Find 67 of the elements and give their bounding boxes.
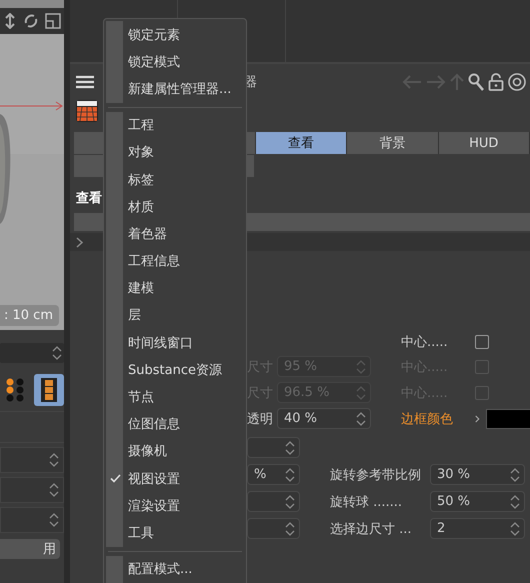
chevron-icon[interactable] [475,414,480,424]
apply-button[interactable]: 用 [0,539,60,559]
menu-item[interactable]: 锁定元素 [104,21,246,48]
menu-item[interactable]: 着色器 [104,220,246,248]
color-swatch[interactable] [486,408,530,428]
menu-item[interactable]: 视图设置 [104,465,246,492]
spinner-icon[interactable] [49,453,59,467]
target-icon[interactable] [508,73,526,91]
spinner-icon[interactable] [49,513,59,527]
spinner-icon[interactable] [285,440,295,454]
number-field[interactable]: 50 % [430,491,525,512]
chevron-icon[interactable] [76,236,83,248]
menu-item[interactable]: 新建属性管理器... [104,75,246,103]
field-label: 旋转球 ....... [330,494,404,510]
menu-item[interactable]: 标签 [104,166,246,194]
film-icon[interactable] [34,374,64,406]
tab[interactable]: 背景 [347,132,439,154]
number-field[interactable]: % [247,464,300,485]
number-field[interactable] [247,437,300,458]
menu-icon[interactable] [76,75,94,89]
spinner-icon[interactable] [510,494,520,508]
menu-item[interactable]: 渲染设置 [104,492,246,520]
menu-item[interactable]: 工程信息 [104,248,246,275]
move-icon[interactable] [3,13,17,29]
spinner-icon[interactable] [285,468,295,482]
section-heading: 查看 [76,190,102,207]
number-field[interactable] [247,491,300,512]
number-field[interactable] [247,518,300,539]
spinner-icon[interactable] [49,483,59,497]
menu-item[interactable]: 配置模式... [104,556,246,583]
menu-item[interactable]: 对象 [104,138,246,166]
viewport-title-bar [0,0,64,8]
lock-icon[interactable] [488,73,504,91]
spinner-icon[interactable] [285,522,295,536]
menu-item[interactable]: Substance资源 [104,356,246,384]
scale-label: : 10 cm [0,305,59,326]
menu-item[interactable]: 工程 [104,112,246,139]
number-field[interactable]: 40 % [277,408,371,429]
spinner-icon[interactable] [356,412,366,426]
menu-item[interactable]: 层 [104,302,246,330]
menu-item[interactable]: 节点 [104,383,246,411]
checkbox-label: 中心..... [401,334,449,351]
search-icon[interactable] [468,73,484,91]
grid-tab-icon[interactable] [76,100,98,122]
menu-item[interactable]: 锁定模式 [104,48,246,76]
menu-item[interactable]: 摄像机 [104,438,246,465]
spinner-icon[interactable] [510,468,520,482]
spinner-icon[interactable] [52,346,62,360]
field-label: 旋转参考带比例 [330,466,422,484]
tab[interactable]: HUD [438,132,530,154]
menu-item[interactable]: 位图信息 [104,410,246,438]
spinner-icon[interactable] [510,522,520,536]
tab[interactable]: 查看 [256,132,348,154]
frame-icon[interactable] [45,13,61,29]
spinner-icon[interactable] [285,494,295,508]
checkbox[interactable] [475,335,489,349]
checkmark-icon [110,474,121,484]
field-label: 透明 [247,410,274,428]
color-label: 边框颜色 [401,410,454,428]
number-field[interactable]: 30 % [430,464,525,485]
number-field[interactable]: 2 [430,518,525,539]
menu-item[interactable]: 建模 [104,274,246,302]
menu-item[interactable]: 时间线窗口 [104,329,246,356]
field-label: 选择边尺寸 ... [330,520,413,538]
menu-item[interactable]: 工具 [104,519,246,547]
menu-item[interactable]: 材质 [104,193,246,220]
rotate-icon[interactable] [23,13,39,29]
